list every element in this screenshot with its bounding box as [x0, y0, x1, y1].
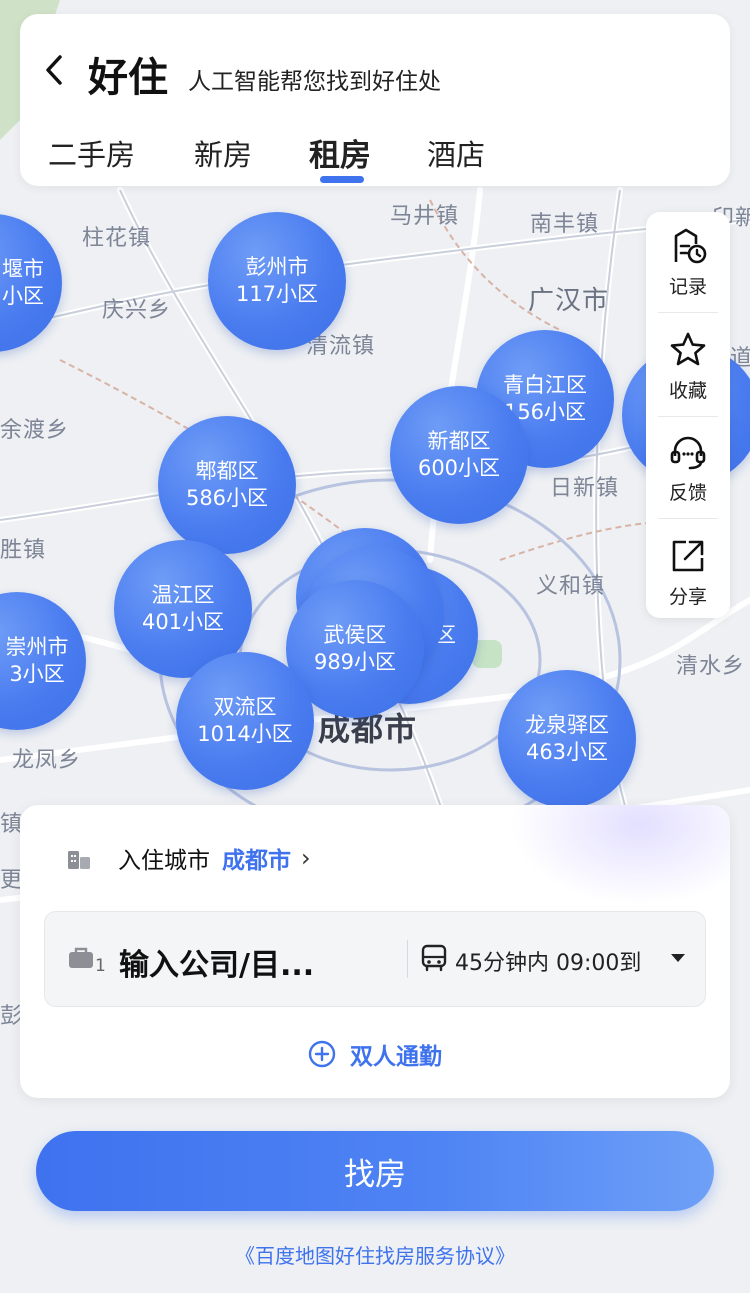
tab-hotel[interactable]: 酒店: [427, 132, 485, 174]
divider: [658, 312, 718, 313]
map-label: 胜镇: [0, 538, 47, 563]
building-icon: [68, 851, 90, 869]
district-name: 龙泉驿区: [525, 713, 609, 737]
district-bubble[interactable]: 龙泉驿区 463小区: [498, 670, 636, 808]
tab-second-hand[interactable]: 二手房: [48, 132, 135, 174]
city-label: 入住城市: [118, 848, 210, 874]
map-label: 龙凤乡: [12, 748, 82, 773]
district-count: 401小区: [141, 610, 225, 634]
district-bubble[interactable]: 郫都区 586小区: [158, 416, 296, 554]
map-view[interactable]: 柱花镇 马井镇 南丰镇 印新 庆兴乡 广汉市 清流镇 道 余渡乡 日新镇 胜镇 …: [0, 0, 750, 1293]
map-label: 日新镇: [550, 476, 620, 501]
tool-label: 分享: [668, 586, 707, 608]
chevron-right-icon: ›: [301, 844, 311, 872]
map-label: 清水乡: [676, 654, 746, 679]
district-count: 586小区: [185, 486, 269, 510]
tab-new-house[interactable]: 新房: [194, 132, 252, 174]
find-house-button[interactable]: 找房: [36, 1131, 714, 1211]
map-label: 马井镇: [390, 204, 460, 229]
destination-input[interactable]: 输入公司/目...: [119, 940, 314, 984]
divider: [658, 518, 718, 519]
plus-circle-icon: [308, 1040, 336, 1068]
district-name: 彭州市: [245, 255, 309, 279]
destination-count: 1: [95, 956, 106, 976]
page-title: 好住: [88, 55, 168, 101]
district-name: 武侯区: [323, 623, 387, 647]
district-name: 青白江区: [503, 373, 587, 397]
district-name: 温江区: [151, 583, 215, 607]
district-name: 郫都区: [195, 459, 259, 483]
tool-panel: 记录 收藏 反馈 分享: [646, 212, 730, 618]
commute-input-row: 1 输入公司/目... 45分钟内 09:00到: [44, 911, 706, 1007]
tab-rental[interactable]: 租房: [309, 130, 371, 175]
map-label: 南丰镇: [530, 212, 600, 237]
bus-icon: [421, 944, 447, 972]
district-count: 989小区: [313, 650, 397, 674]
divider: [658, 416, 718, 417]
search-card: 入住城市 成都市 › 1 输入公司/目... 45分钟内 09:00到 双人通勤: [20, 805, 730, 1098]
district-bubble[interactable]: 新都区 600小区: [390, 386, 528, 524]
tool-history[interactable]: 记录: [646, 212, 730, 312]
district-name: 堰市: [2, 257, 44, 281]
tab-indicator: [320, 176, 364, 183]
map-label: 义和镇: [536, 574, 606, 599]
map-label: 余渡乡: [0, 418, 70, 443]
tool-favorite[interactable]: 收藏: [646, 316, 730, 416]
map-label: 柱花镇: [82, 226, 152, 251]
tool-label: 记录: [668, 276, 707, 298]
divider: [407, 940, 408, 978]
header-card: 好住 人工智能帮您找到好住处 二手房 新房 租房 酒店: [20, 14, 730, 186]
district-count: 小区: [2, 284, 44, 308]
tool-feedback[interactable]: 反馈: [646, 418, 730, 518]
dual-commute-button[interactable]: 双人通勤: [20, 1037, 730, 1071]
map-label: 庆兴乡: [102, 298, 172, 323]
headset-icon: [670, 436, 706, 470]
district-count: 3小区: [9, 662, 65, 686]
map-label: 广汉市: [528, 286, 610, 316]
tool-label: 反馈: [668, 482, 707, 504]
district-name: 双流区: [213, 695, 277, 719]
service-agreement-link[interactable]: 《百度地图好住找房服务协议》: [0, 1240, 750, 1269]
district-count: 463小区: [525, 740, 609, 764]
dual-commute-label: 双人通勤: [350, 1044, 442, 1070]
city-selector[interactable]: 入住城市 成都市 ›: [66, 841, 311, 875]
district-bubble[interactable]: 双流区 1014小区: [176, 652, 314, 790]
briefcase-icon: [69, 947, 93, 968]
district-count: 117小区: [235, 282, 319, 306]
commute-time-select[interactable]: 45分钟内 09:00到: [455, 945, 641, 977]
district-bubble[interactable]: 彭州市 117小区: [208, 212, 346, 350]
district-name: 新都区: [427, 429, 491, 453]
card-glow: [510, 805, 730, 905]
district-count: 600小区: [417, 456, 501, 480]
page-subtitle: 人工智能帮您找到好住处: [188, 69, 441, 95]
district-name: 崇州市: [5, 635, 69, 659]
dropdown-caret-icon[interactable]: [671, 954, 685, 962]
city-value: 成都市: [222, 848, 291, 874]
back-arrow-icon[interactable]: [44, 54, 64, 86]
history-icon: [674, 228, 707, 264]
share-icon: [672, 540, 704, 572]
district-count: 1014小区: [197, 722, 293, 746]
tool-share[interactable]: 分享: [646, 522, 730, 622]
tool-label: 收藏: [668, 380, 707, 402]
star-icon: [670, 332, 706, 366]
